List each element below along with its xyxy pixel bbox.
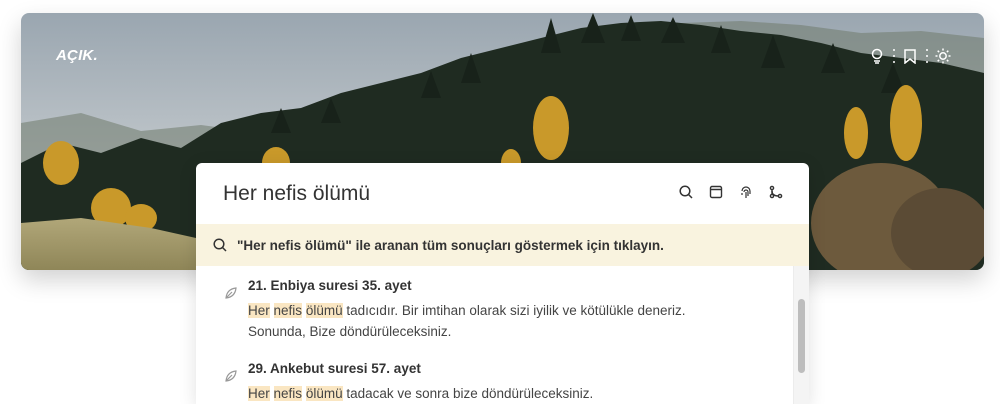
scrollbar-thumb[interactable] [798,299,805,373]
highlight-term: Her [248,386,270,401]
show-all-results-banner[interactable]: "Her nefis ölümü" ile aranan tüm sonuçla… [196,224,809,266]
result-item[interactable]: 21. Enbiya suresi 35. ayet Her nefis ölü… [196,278,796,339]
search-bar [196,163,809,225]
show-all-results-label: "Her nefis ölümü" ile aranan tüm sonuçla… [237,237,664,253]
app-logo[interactable]: AÇIK. [56,47,98,64]
bookmark-icon[interactable] [901,47,919,65]
sun-icon[interactable] [934,47,952,65]
search-icon[interactable] [678,184,694,200]
result-title: 21. Enbiya suresi 35. ayet [248,278,412,293]
result-text-rest: tadıcıdır. Bir imtihan olarak sizi iyili… [346,303,686,318]
result-text: Her nefis ölümü tadacak ve sonra bize dö… [248,383,768,404]
result-item[interactable]: 29. Ankebut suresi 57. ayet Her nefis öl… [196,361,796,404]
separator-dots [925,49,928,63]
highlight-term: nefis [273,386,303,401]
highlight-term: ölümü [305,303,343,318]
leaf-icon [225,370,237,382]
lightbulb-icon[interactable] [868,47,886,65]
results-scrollbar[interactable] [793,266,809,404]
result-text-line2: Sonunda, Bize döndürüleceksiniz. [248,324,452,339]
book-icon[interactable] [708,184,724,200]
highlight-term: ölümü [305,386,343,401]
results-list: 21. Enbiya suresi 35. ayet Her nefis ölü… [196,266,809,404]
highlight-term: Her [248,303,270,318]
header-actions [868,47,952,65]
search-icon [213,238,228,253]
fingerprint-icon[interactable] [738,184,754,200]
leaf-icon [225,287,237,299]
highlight-term: nefis [273,303,303,318]
result-title: 29. Ankebut suresi 57. ayet [248,361,421,376]
separator-dots [892,49,895,63]
search-input[interactable] [223,181,643,207]
result-text: Her nefis ölümü tadıcıdır. Bir imtihan o… [248,300,768,342]
result-text-rest: tadacak ve sonra bize döndürüleceksiniz. [346,386,594,401]
search-tools [678,184,784,200]
branch-icon[interactable] [768,184,784,200]
search-panel: "Her nefis ölümü" ile aranan tüm sonuçla… [196,163,809,404]
